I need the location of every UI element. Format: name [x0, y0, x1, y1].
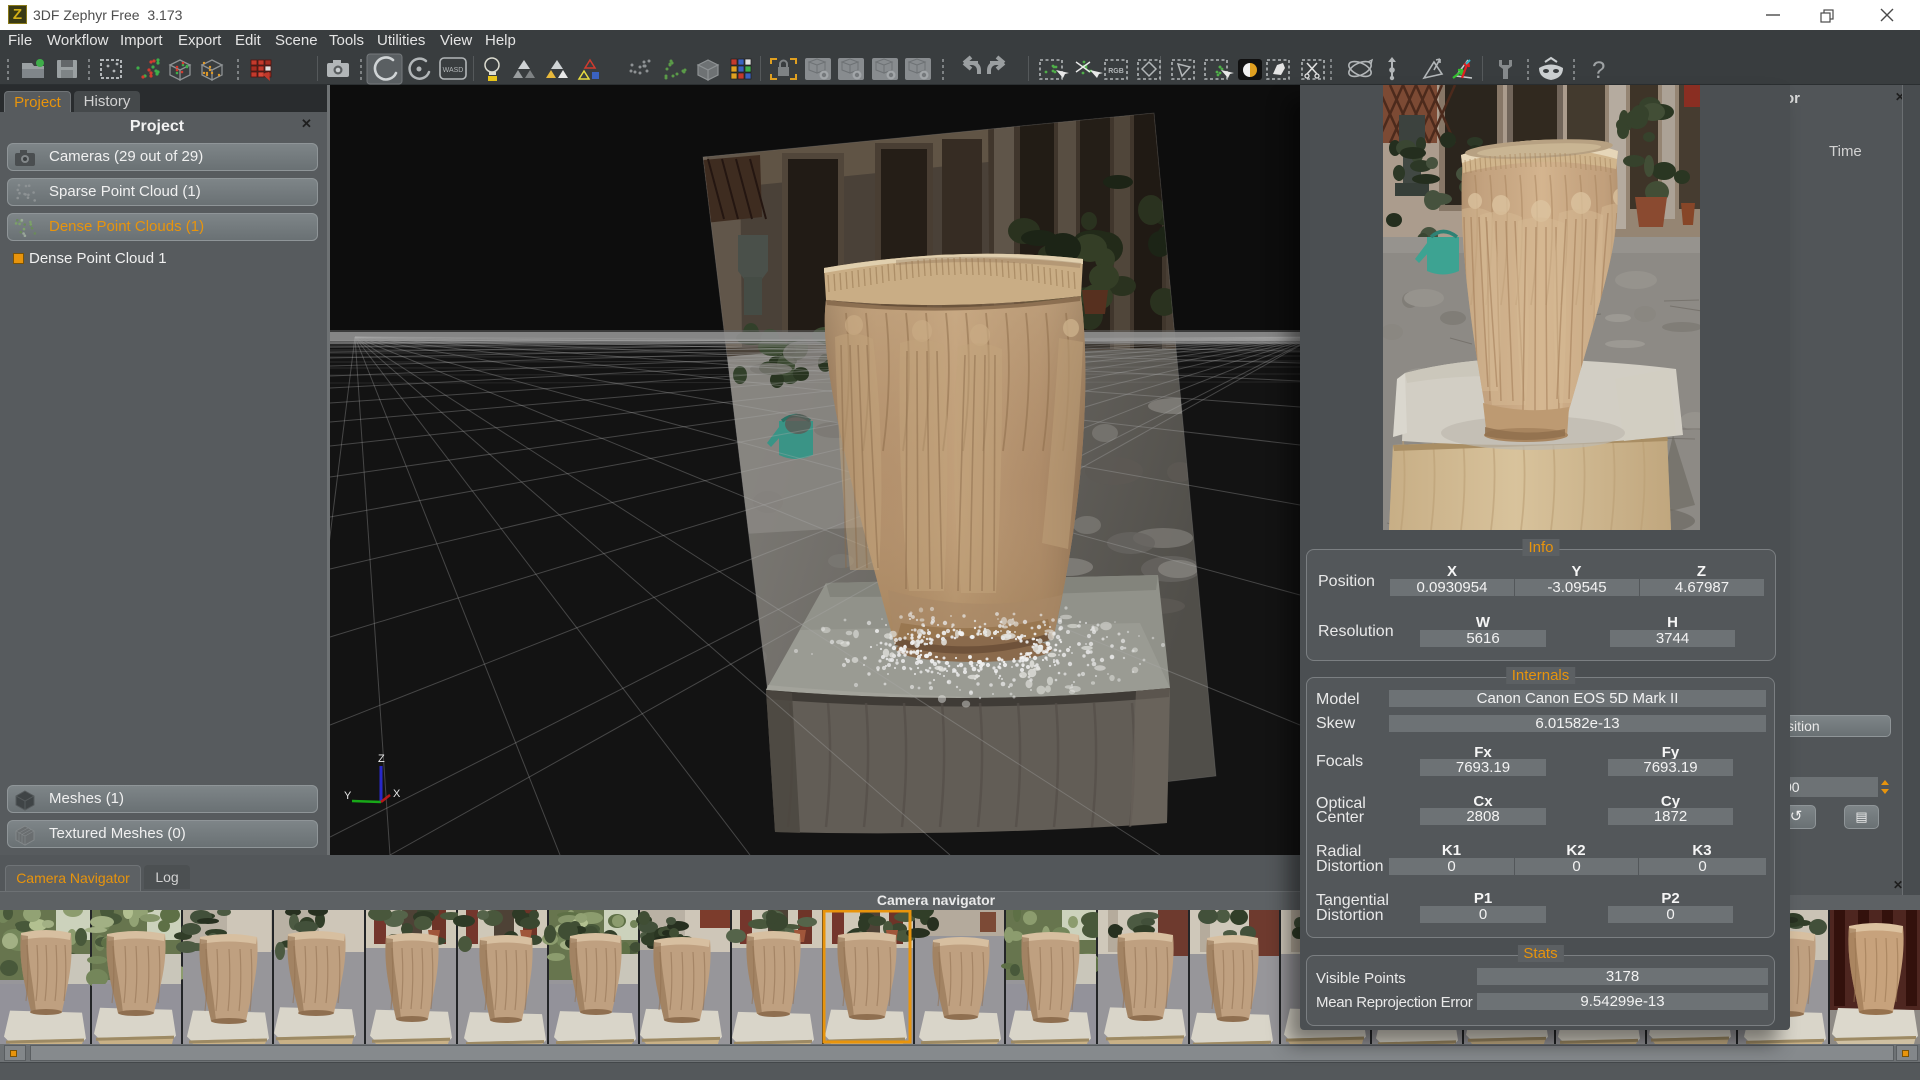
svg-text:WASD: WASD [443, 67, 464, 74]
svg-text:Y: Y [344, 790, 352, 802]
svg-text:X: X [393, 788, 401, 800]
svg-text:?: ? [1592, 57, 1605, 84]
svg-text:Z: Z [378, 753, 385, 765]
svg-text:RGB: RGB [1108, 68, 1124, 75]
